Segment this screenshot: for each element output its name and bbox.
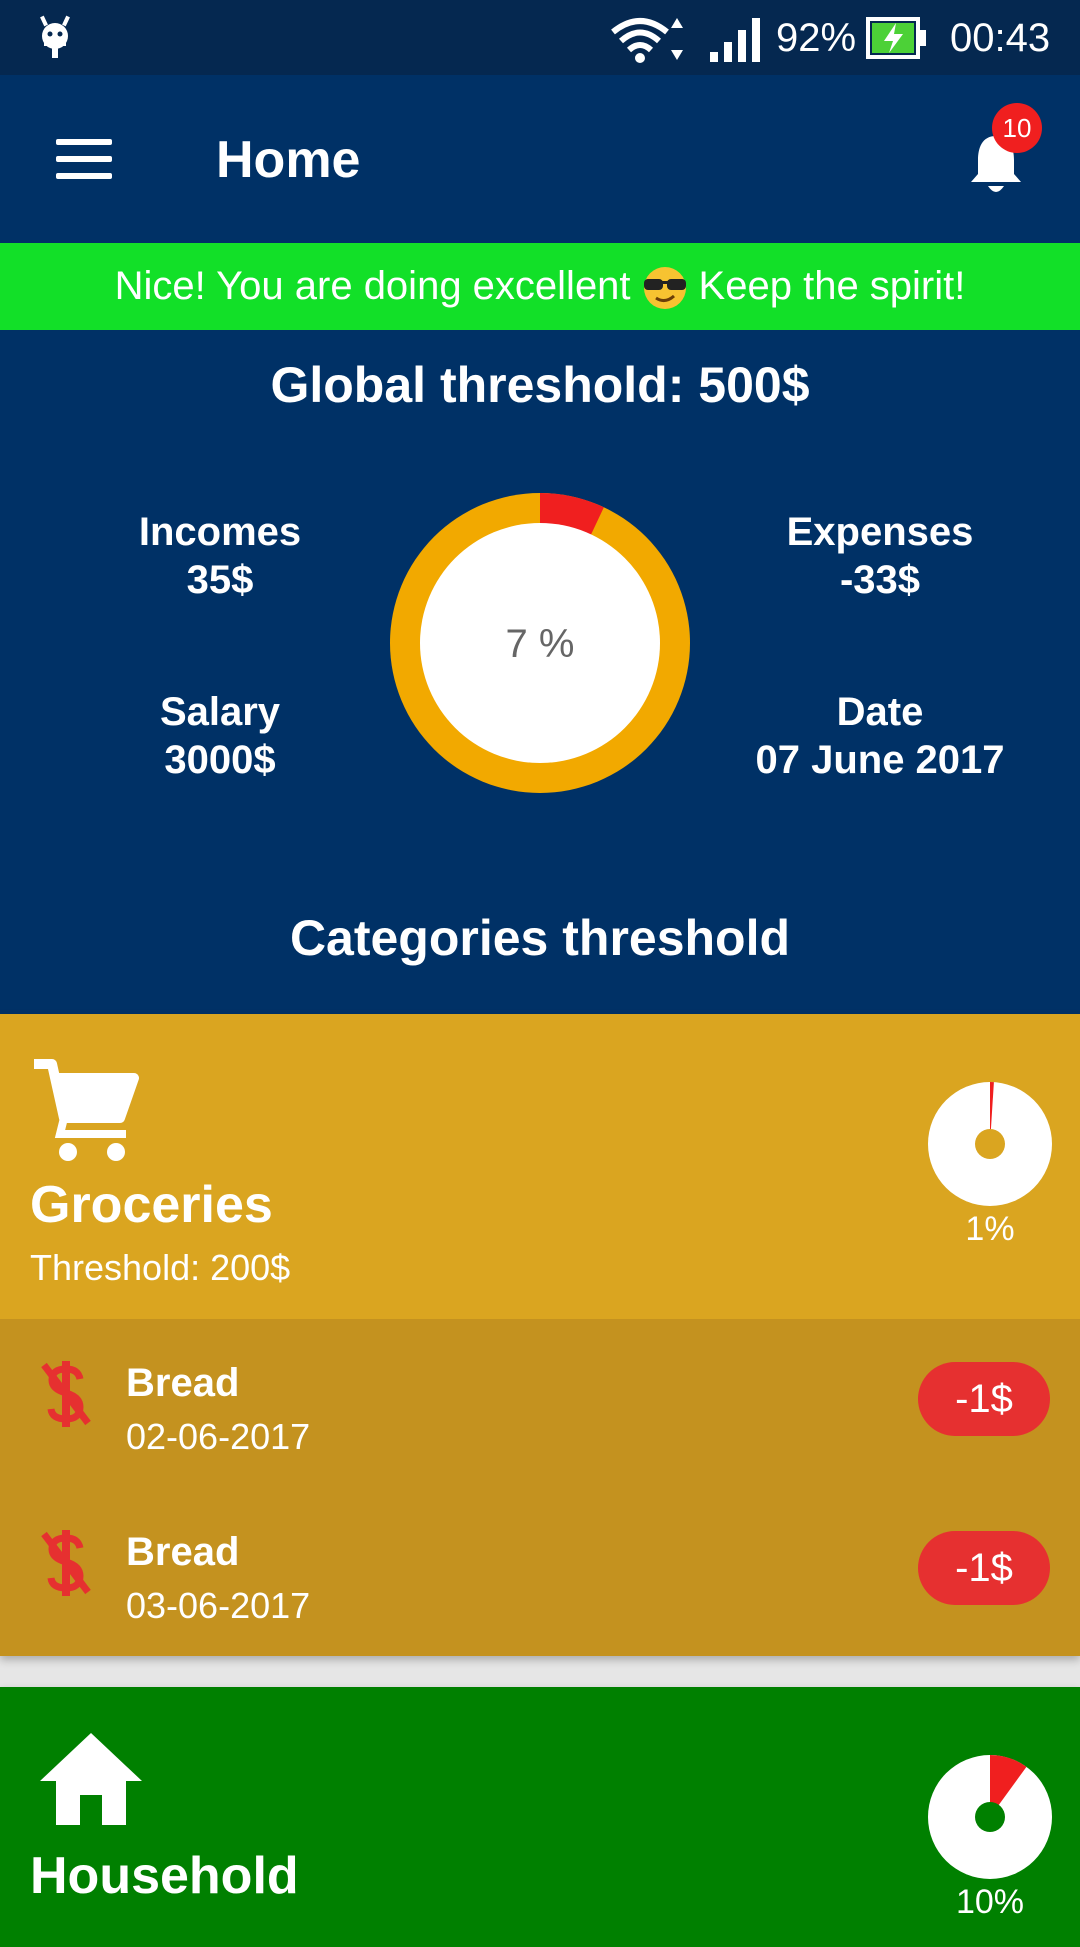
- category-pie-chart: [928, 1755, 1052, 1879]
- donut-percent: 7 %: [505, 622, 575, 666]
- android-debug-icon: [40, 15, 70, 58]
- expenses-value: -33$: [839, 558, 921, 602]
- battery-charging-icon: [866, 17, 926, 59]
- salary-value: 3000$: [164, 738, 276, 782]
- category-threshold: Threshold: 200$: [30, 1247, 291, 1288]
- pie-center: [975, 1129, 1005, 1159]
- date-value: 07 June 2017: [755, 738, 1005, 782]
- category-card-household[interactable]: Household 10%: [0, 1687, 1080, 1947]
- transaction-name: Bread: [126, 1530, 240, 1574]
- no-money-icon: [41, 1361, 91, 1427]
- no-money-icon: [41, 1530, 91, 1596]
- category-header[interactable]: Groceries Threshold: 200$ 1%: [0, 1014, 1080, 1319]
- transaction-row[interactable]: Bread 03-06-2017 -1$: [0, 1488, 1080, 1656]
- status-banner: Nice! You are doing excellent Keep the s…: [0, 243, 1080, 330]
- date-label: Date: [836, 690, 924, 734]
- clock: 00:43: [950, 16, 1051, 60]
- summary-panel: Global threshold: 500$ Incomes 35$ Expen…: [0, 330, 1080, 1014]
- transaction-row[interactable]: Bread 02-06-2017 -1$: [0, 1319, 1080, 1487]
- global-threshold: Global threshold: 500$: [270, 357, 810, 413]
- banner-text-end: Keep the spirit!: [698, 264, 966, 308]
- pie-center: [975, 1802, 1005, 1832]
- category-name: Household: [30, 1847, 299, 1905]
- transaction-list: Bread 02-06-2017 -1$ Bread 03-06-2017 -1…: [0, 1319, 1080, 1656]
- expenses-stat: Expenses -33$: [700, 508, 1060, 604]
- status-bar: 92% 00:43: [0, 0, 1080, 75]
- signal-icon: [710, 18, 760, 62]
- category-percent: 10%: [955, 1883, 1025, 1921]
- salary-stat: Salary 3000$: [40, 688, 400, 784]
- categories-heading: Categories threshold: [289, 910, 791, 966]
- transaction-amount-badge[interactable]: -1$: [918, 1531, 1050, 1605]
- transaction-name: Bread: [126, 1361, 240, 1405]
- expenses-label: Expenses: [786, 510, 974, 554]
- transaction-date: 02-06-2017: [126, 1416, 311, 1457]
- category-pie-chart: [928, 1082, 1052, 1206]
- incomes-value: 35$: [186, 558, 254, 602]
- wifi-icon: [611, 18, 683, 63]
- notification-badge: 10: [992, 103, 1042, 153]
- category-card-groceries[interactable]: Groceries Threshold: 200$ 1% Bread 02-06…: [0, 1014, 1080, 1656]
- transaction-amount-badge[interactable]: -1$: [918, 1362, 1050, 1436]
- app-bar: Home 10: [0, 75, 1080, 243]
- battery-percent: 92%: [776, 16, 857, 60]
- sunglasses-emoji-icon: [643, 267, 686, 310]
- cart-icon: [34, 1059, 139, 1161]
- incomes-label: Incomes: [138, 510, 302, 554]
- category-percent: 1%: [965, 1210, 1015, 1248]
- banner-text-start: Nice! You are doing excellent: [114, 264, 631, 308]
- menu-icon[interactable]: [56, 139, 112, 179]
- home-icon: [40, 1733, 142, 1825]
- incomes-stat: Incomes 35$: [40, 508, 400, 604]
- salary-label: Salary: [159, 690, 281, 734]
- transaction-date: 03-06-2017: [126, 1585, 311, 1626]
- page-title: Home: [216, 131, 361, 189]
- date-stat: Date 07 June 2017: [700, 688, 1060, 784]
- category-name: Groceries: [30, 1176, 273, 1234]
